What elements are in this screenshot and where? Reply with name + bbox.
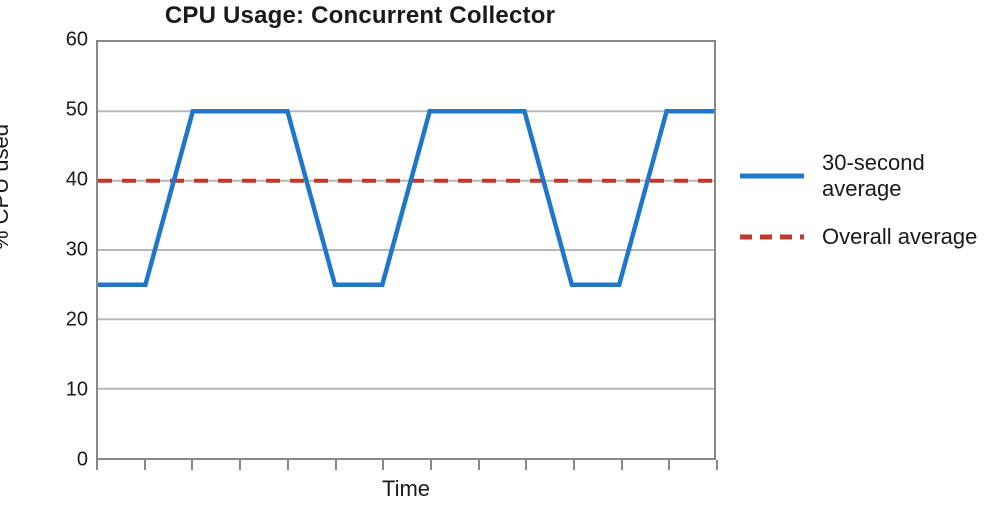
legend-swatch-dashed-icon — [740, 225, 804, 249]
x-tick — [239, 460, 241, 470]
legend: 30-second average Overall average — [740, 150, 1000, 272]
chart-title: CPU Usage: Concurrent Collector — [0, 2, 720, 30]
y-tick-label: 10 — [8, 379, 88, 402]
x-tick — [478, 460, 480, 470]
x-tick — [621, 460, 623, 470]
x-tick — [716, 460, 718, 470]
y-tick-label: 30 — [8, 239, 88, 262]
y-tick-label: 0 — [8, 449, 88, 472]
plot-area — [96, 40, 716, 460]
x-tick — [144, 460, 146, 470]
y-tick-label: 20 — [8, 309, 88, 332]
x-tick — [668, 460, 670, 470]
x-tick — [525, 460, 527, 470]
x-tick — [430, 460, 432, 470]
legend-item-overall: Overall average — [740, 224, 1000, 250]
gridlines — [98, 111, 714, 388]
x-tick — [287, 460, 289, 470]
legend-swatch-solid-icon — [740, 164, 804, 188]
chart-container: CPU Usage: Concurrent Collector 60 50 40… — [0, 0, 1000, 509]
y-axis-title: % CPU used — [0, 124, 14, 250]
y-tick-label: 40 — [8, 169, 88, 192]
x-axis-title: Time — [96, 476, 716, 502]
series-30s-average — [98, 111, 714, 284]
x-tick — [191, 460, 193, 470]
x-tick — [96, 460, 98, 470]
y-tick-label: 50 — [8, 99, 88, 122]
legend-label: Overall average — [822, 224, 977, 250]
x-tick — [382, 460, 384, 470]
y-tick-label: 60 — [8, 29, 88, 52]
x-tick — [573, 460, 575, 470]
x-tick — [335, 460, 337, 470]
plot-svg — [98, 42, 714, 458]
legend-item-30s: 30-second average — [740, 150, 1000, 202]
legend-label: 30-second average — [822, 150, 1000, 202]
